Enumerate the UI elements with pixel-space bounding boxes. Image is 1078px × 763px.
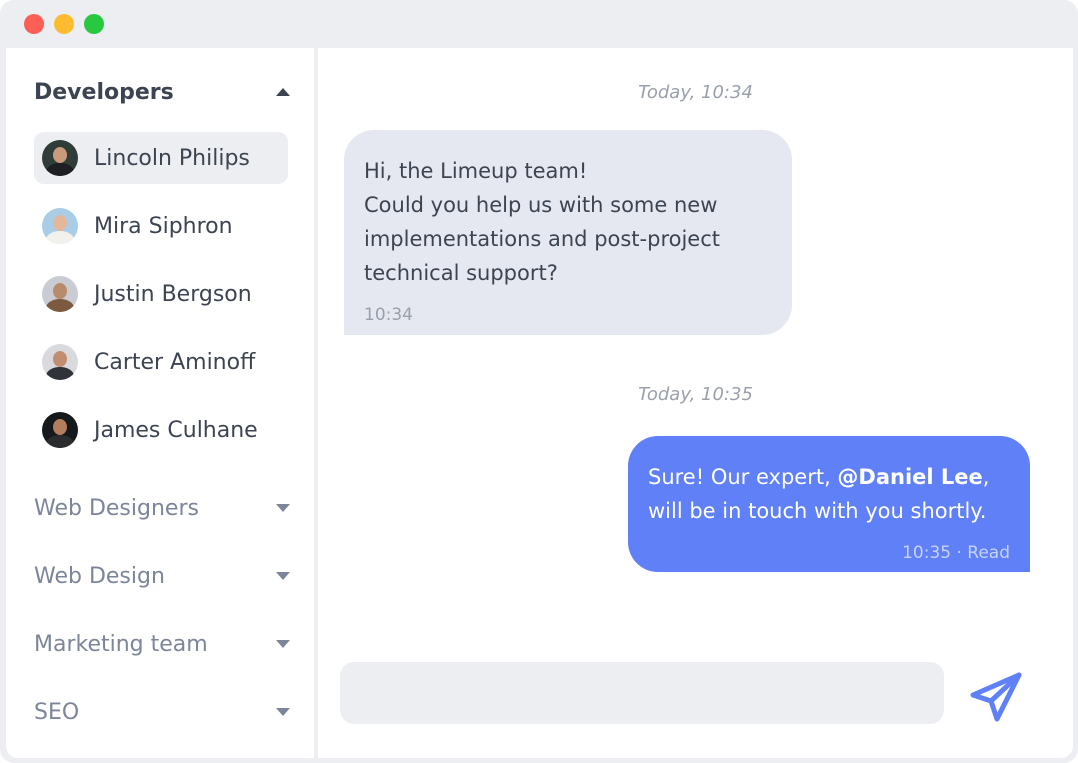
group-seo[interactable]: SEO <box>34 694 290 730</box>
avatar <box>42 140 78 176</box>
message-line: implementations and post-project <box>364 227 721 251</box>
close-window-button[interactable] <box>24 14 44 34</box>
message-line: will be in touch with you shortly. <box>648 499 987 523</box>
message-status: 10:35 · Read <box>902 543 1010 563</box>
chevron-down-icon <box>276 708 290 716</box>
app-window: Developers Lincoln Philips Mira Siphron … <box>0 0 1078 763</box>
member-james-culhane[interactable]: James Culhane <box>34 404 288 456</box>
group-label: Marketing team <box>34 631 208 657</box>
group-web-design[interactable]: Web Design <box>34 558 290 594</box>
group-label: Web Designers <box>34 495 199 521</box>
paper-plane-icon <box>970 672 1022 722</box>
date-separator: Today, 10:35 <box>638 384 753 405</box>
avatar <box>42 412 78 448</box>
minimize-window-button[interactable] <box>54 14 74 34</box>
member-carter-aminoff[interactable]: Carter Aminoff <box>34 336 288 388</box>
maximize-window-button[interactable] <box>84 14 104 34</box>
message-line: Could you help us with some new <box>364 193 718 217</box>
send-button[interactable] <box>966 668 1026 728</box>
group-label: SEO <box>34 699 80 725</box>
message-input[interactable] <box>340 662 944 724</box>
group-label: Web Design <box>34 563 165 589</box>
member-mira-siphron[interactable]: Mira Siphron <box>34 200 288 252</box>
mention-link[interactable]: @Daniel Lee <box>837 465 982 489</box>
avatar <box>42 276 78 312</box>
chevron-down-icon <box>276 504 290 512</box>
chat-panel: Today, 10:34 Hi, the Limeup team! Could … <box>318 48 1073 758</box>
incoming-message: Hi, the Limeup team! Could you help us w… <box>344 130 792 335</box>
group-developers[interactable]: Developers <box>34 74 290 110</box>
member-name: Justin Bergson <box>94 281 252 307</box>
avatar <box>42 344 78 380</box>
member-name: Mira Siphron <box>94 213 233 239</box>
message-line: Sure! Our expert, @Daniel Lee, <box>648 460 1010 494</box>
member-name: James Culhane <box>94 417 258 443</box>
chevron-down-icon <box>276 640 290 648</box>
window-controls <box>24 14 104 34</box>
outgoing-message: Sure! Our expert, @Daniel Lee, will be i… <box>628 436 1030 572</box>
message-line: Hi, the Limeup team! <box>364 159 588 183</box>
message-text: Sure! Our expert, <box>648 465 838 489</box>
team-sidebar: Developers Lincoln Philips Mira Siphron … <box>6 48 314 758</box>
member-lincoln-philips[interactable]: Lincoln Philips <box>34 132 288 184</box>
avatar <box>42 208 78 244</box>
chevron-up-icon <box>276 88 290 96</box>
group-web-designers[interactable]: Web Designers <box>34 490 290 526</box>
message-line: technical support? <box>364 261 558 285</box>
member-name: Carter Aminoff <box>94 349 256 375</box>
message-text: , <box>982 465 990 489</box>
date-separator: Today, 10:34 <box>638 82 753 103</box>
group-label: Developers <box>34 79 174 105</box>
member-justin-bergson[interactable]: Justin Bergson <box>34 268 288 320</box>
chevron-down-icon <box>276 572 290 580</box>
member-name: Lincoln Philips <box>94 145 250 171</box>
message-time: 10:34 <box>364 305 413 325</box>
group-marketing-team[interactable]: Marketing team <box>34 626 290 662</box>
